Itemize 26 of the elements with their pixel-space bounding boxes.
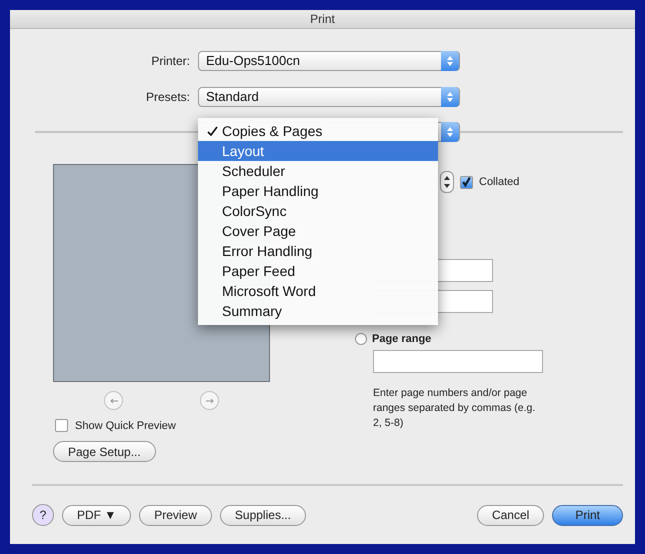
- printer-popup[interactable]: Edu-Ops5100cn: [198, 51, 460, 71]
- checkbox-label: Show Quick Preview: [75, 420, 176, 432]
- help-button[interactable]: ?: [32, 504, 54, 526]
- page-setup-button[interactable]: Page Setup...: [53, 441, 156, 462]
- menu-item[interactable]: Summary: [198, 301, 438, 321]
- page-range-hint: Enter page numbers and/or page ranges separated by commas (e.g. 2, 5-8): [373, 386, 536, 431]
- menu-item[interactable]: Scheduler: [198, 161, 438, 181]
- menu-item[interactable]: Microsoft Word: [198, 281, 438, 301]
- menu-item[interactable]: Cover Page: [198, 221, 438, 241]
- menu-item[interactable]: Copies & Pages: [198, 121, 438, 141]
- dialog-button[interactable]: PDF ▼: [62, 504, 132, 526]
- printer-label: Printer:: [150, 54, 190, 68]
- presets-popup[interactable]: Standard: [198, 87, 460, 107]
- menu-item[interactable]: Error Handling: [198, 241, 438, 261]
- menu-item[interactable]: Paper Handling: [198, 181, 438, 201]
- dialog-button[interactable]: Supplies...: [220, 504, 306, 526]
- dialog-button[interactable]: Cancel: [476, 504, 544, 526]
- dialog-button[interactable]: Print: [552, 504, 623, 526]
- menu-item[interactable]: Layout: [198, 141, 438, 161]
- menu-item[interactable]: ColorSync: [198, 201, 438, 221]
- checkbox-label: Collated: [479, 176, 520, 188]
- window-title: Print: [10, 10, 635, 29]
- radio-label: Page range: [372, 333, 432, 345]
- dialog-button[interactable]: Preview: [139, 504, 212, 526]
- menu-item[interactable]: Paper Feed: [198, 261, 438, 281]
- presets-label: Presets:: [144, 90, 190, 104]
